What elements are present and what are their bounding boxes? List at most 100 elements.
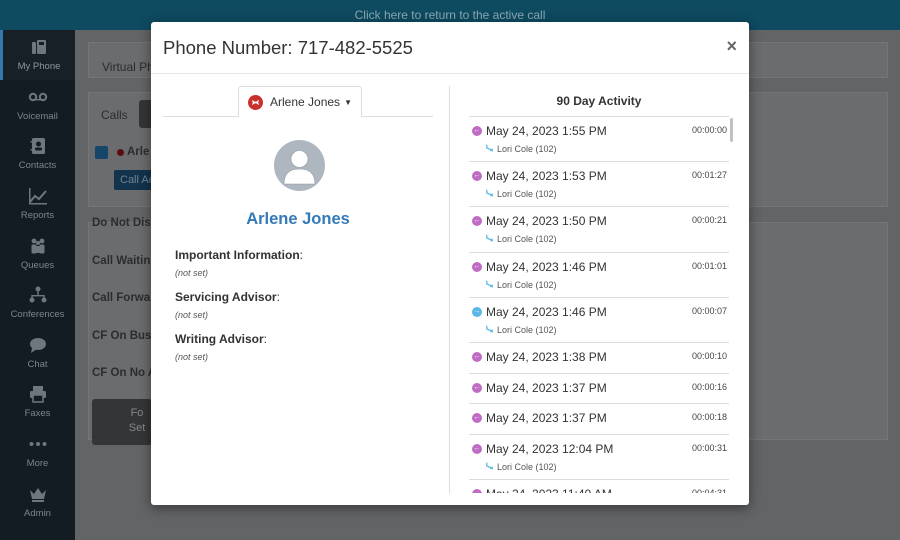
contact-type-icon bbox=[248, 94, 264, 110]
field-label-text: Important Information bbox=[175, 248, 300, 262]
crown-icon bbox=[29, 487, 46, 502]
activity-panel: 90 Day Activity ← May 24, 2023 1:55 PM 00:… bbox=[469, 86, 735, 494]
status-dot-icon bbox=[117, 149, 124, 156]
outbound-call-icon: ← bbox=[472, 261, 482, 272]
sidebar-item-label: Voicemail bbox=[17, 110, 58, 122]
forward-settings-line2: Set bbox=[128, 422, 146, 434]
chat-icon bbox=[29, 337, 46, 353]
activity-item[interactable]: ← May 24, 2023 1:53 PM 00:01:27 Lori Cole (… bbox=[469, 162, 729, 208]
activity-item[interactable]: ← May 24, 2023 1:38 PM 00:00:10 bbox=[469, 343, 729, 374]
sidebar-item-voicemail[interactable]: Voicemail bbox=[0, 80, 75, 130]
sidebar-item-queues[interactable]: Queues bbox=[0, 228, 75, 278]
sidebar-item-chat[interactable]: Chat bbox=[0, 328, 75, 378]
outbound-call-icon: ← bbox=[472, 216, 482, 227]
forward-settings-button[interactable]: Fo Set bbox=[92, 399, 152, 445]
call-date: May 24, 2023 11:40 AM bbox=[486, 487, 612, 493]
sidebar-item-label: Chat bbox=[27, 358, 48, 370]
sidebar-item-label: Faxes bbox=[24, 408, 51, 420]
cf-on-no-answer-label: CF On No A bbox=[92, 367, 157, 379]
call-agent: Lori Cole (102) bbox=[486, 144, 557, 154]
printer-icon bbox=[29, 386, 46, 404]
servicing-advisor-value: (not set) bbox=[175, 310, 209, 320]
inbound-call-icon: → bbox=[472, 306, 482, 317]
transfer-arrow-icon bbox=[486, 235, 494, 242]
sidebar-item-more[interactable]: More bbox=[0, 427, 75, 477]
call-date: May 24, 2023 1:50 PM bbox=[486, 214, 607, 229]
outbound-call-icon: ← bbox=[472, 488, 482, 493]
activity-scrollbar[interactable] bbox=[730, 118, 733, 142]
servicing-advisor-label: Servicing Advisor: bbox=[175, 290, 280, 304]
outbound-call-icon: ← bbox=[472, 171, 482, 182]
call-date: May 24, 2023 12:04 PM bbox=[486, 441, 614, 456]
call-date: May 24, 2023 1:37 PM bbox=[486, 380, 607, 395]
activity-item[interactable]: ← May 24, 2023 1:37 PM 00:00:18 bbox=[469, 404, 729, 435]
transfer-arrow-icon bbox=[486, 144, 494, 152]
sidebar-item-admin[interactable]: Admin bbox=[0, 476, 75, 526]
phone-number-modal: Phone Number: 717-482-5525 × Arlene Jone… bbox=[151, 22, 749, 505]
sidebar-item-label: Conferences bbox=[10, 309, 65, 321]
calls-tab[interactable]: Calls bbox=[101, 108, 128, 122]
activity-item[interactable]: ← May 24, 2023 1:37 PM 00:00:16 bbox=[469, 374, 729, 405]
contact-tab-dropdown[interactable]: Arlene Jones ▼ bbox=[238, 86, 362, 118]
transfer-arrow-icon bbox=[486, 280, 494, 287]
sidebar-item-my-phone[interactable]: My Phone bbox=[0, 30, 75, 80]
writing-advisor-label: Writing Advisor: bbox=[175, 332, 268, 346]
sidebar-item-conferences[interactable]: Conferences bbox=[0, 278, 75, 328]
call-agent: Lori Cole (102) bbox=[486, 234, 557, 244]
sidebar-item-label: Contacts bbox=[18, 160, 57, 172]
activity-item[interactable]: ← May 24, 2023 1:55 PM 00:00:00 Lori Cole (… bbox=[469, 117, 729, 163]
transfer-arrow-icon bbox=[486, 189, 494, 197]
call-duration: 00:00:10 bbox=[691, 350, 727, 361]
outbound-call-icon: ← bbox=[472, 351, 482, 362]
transfer-arrow-icon bbox=[486, 325, 494, 332]
do-not-disturb-label: Do Not Dis bbox=[92, 217, 151, 229]
activity-item[interactable]: ← May 24, 2023 1:46 PM 00:01:01 Lori Cole (… bbox=[469, 253, 729, 298]
sidebar-item-label: Queues bbox=[20, 259, 55, 271]
phone-icon bbox=[32, 40, 46, 55]
call-duration: 00:04:31 bbox=[691, 487, 727, 493]
outbound-call-icon: ← bbox=[472, 126, 482, 136]
chart-icon bbox=[28, 188, 47, 205]
agent-name: Lori Cole (102) bbox=[497, 189, 557, 200]
sidebar-item-faxes[interactable]: Faxes bbox=[0, 377, 75, 427]
call-duration: 00:01:01 bbox=[691, 260, 727, 271]
modal-title: Phone Number: 717-482-5525 bbox=[163, 37, 413, 58]
sidebar-item-contacts[interactable]: Contacts bbox=[0, 129, 75, 179]
activity-item[interactable]: ← May 24, 2023 1:50 PM 00:00:21 Lori Cole (… bbox=[469, 207, 729, 253]
contact-details: Arlene Jones ▼ Arlene Jones Important In… bbox=[163, 86, 433, 505]
ellipsis-icon bbox=[29, 442, 46, 447]
cf-on-busy-label: CF On Busy bbox=[92, 330, 158, 342]
modal-header: Phone Number: 717-482-5525 × bbox=[151, 22, 749, 74]
sidebar: My Phone Voicemail Contacts Reports Queu… bbox=[0, 30, 75, 540]
activity-item[interactable]: ← May 24, 2023 12:04 PM 00:00:31 Lori Cole … bbox=[469, 435, 729, 480]
sidebar-item-label: Admin bbox=[24, 507, 51, 519]
call-agent: Lori Cole (102) bbox=[486, 280, 557, 290]
call-date: May 24, 2023 1:53 PM bbox=[486, 169, 607, 184]
call-date: May 24, 2023 1:37 PM bbox=[486, 411, 607, 426]
call-duration: 00:00:07 bbox=[691, 305, 727, 316]
phone-icon bbox=[95, 146, 108, 159]
call-agent: Lori Cole (102) bbox=[486, 189, 557, 199]
agent-name: Lori Cole (102) bbox=[497, 234, 557, 245]
call-duration: 00:01:27 bbox=[691, 170, 727, 181]
agent-name: Lori Cole (102) bbox=[497, 324, 557, 335]
call-forward-label: Call Forwa bbox=[92, 292, 151, 304]
virtual-phone-label: Virtual Ph bbox=[102, 60, 154, 74]
call-date: May 24, 2023 1:46 PM bbox=[486, 259, 607, 274]
active-caller[interactable]: Arle bbox=[127, 146, 149, 158]
sitemap-icon bbox=[29, 286, 46, 303]
call-duration: 00:00:00 bbox=[691, 125, 727, 135]
sidebar-item-reports[interactable]: Reports bbox=[0, 179, 75, 229]
activity-item[interactable]: ← May 24, 2023 11:40 AM 00:04:31 bbox=[469, 480, 729, 493]
close-button[interactable]: × bbox=[726, 36, 737, 57]
outbound-call-icon: ← bbox=[472, 413, 482, 424]
call-date: May 24, 2023 1:46 PM bbox=[486, 304, 607, 319]
agent-name: Lori Cole (102) bbox=[497, 279, 557, 290]
activity-item[interactable]: → May 24, 2023 1:46 PM 00:00:07 Lori Cole (… bbox=[469, 298, 729, 343]
call-duration: 00:00:16 bbox=[691, 381, 727, 392]
activity-list[interactable]: ← May 24, 2023 1:55 PM 00:00:00 Lori Cole (… bbox=[469, 116, 729, 493]
important-information-value: (not set) bbox=[175, 268, 209, 278]
outbound-call-icon: ← bbox=[472, 382, 482, 393]
avatar bbox=[274, 140, 325, 191]
sidebar-item-label: My Phone bbox=[17, 61, 61, 73]
